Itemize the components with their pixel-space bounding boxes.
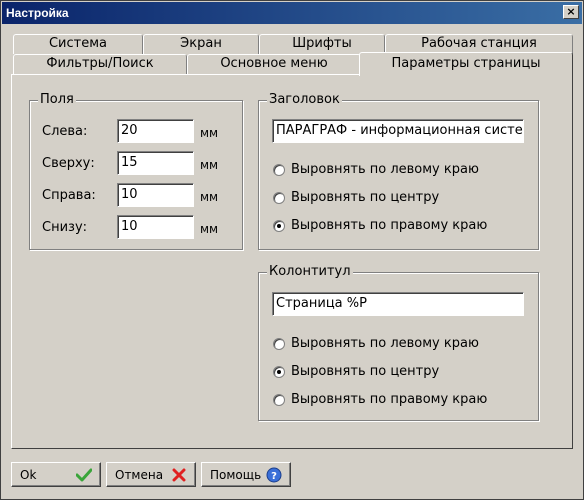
unit-label: мм bbox=[200, 158, 219, 172]
option-label: Выровнять по правому краю bbox=[291, 218, 488, 233]
radio-button[interactable] bbox=[273, 393, 285, 406]
footer-align-right-option[interactable]: Выровнять по правому краю bbox=[273, 392, 487, 407]
tab-label: Рабочая станция bbox=[421, 36, 537, 51]
tab-fonts[interactable]: Шрифты bbox=[259, 34, 385, 54]
right-margin-label: Справа: bbox=[42, 188, 96, 203]
option-label: Выровнять по центру bbox=[291, 364, 440, 379]
title-bar[interactable]: Настройка × bbox=[2, 2, 582, 24]
radio-button[interactable] bbox=[273, 191, 285, 204]
left-margin-label: Слева: bbox=[42, 124, 88, 139]
margins-group: Поля Слева: 20 мм Сверху: 15 мм Справа: … bbox=[29, 92, 243, 250]
cross-icon bbox=[171, 467, 187, 483]
settings-dialog: Настройка × Система Экран Шрифты Рабочая… bbox=[0, 0, 584, 500]
close-icon: × bbox=[566, 5, 576, 18]
tab-filters-search[interactable]: Фильтры/Поиск bbox=[13, 54, 187, 74]
footer-text-input[interactable]: Страница %P bbox=[272, 292, 524, 316]
footer-align-center-option[interactable]: Выровнять по центру bbox=[273, 364, 439, 379]
check-icon bbox=[76, 467, 92, 483]
tab-label: Экран bbox=[180, 36, 222, 51]
unit-label: мм bbox=[200, 190, 219, 204]
ok-button[interactable]: Ok bbox=[11, 462, 101, 487]
group-title: Поля bbox=[38, 92, 76, 108]
option-label: Выровнять по левому краю bbox=[291, 336, 479, 351]
header-align-left-option[interactable]: Выровнять по левому краю bbox=[273, 162, 479, 177]
bottom-margin-label: Снизу: bbox=[42, 220, 88, 235]
radio-button-selected[interactable] bbox=[273, 365, 285, 378]
tab-screen[interactable]: Экран bbox=[143, 34, 259, 54]
option-label: Выровнять по левому краю bbox=[291, 162, 479, 177]
header-align-center-option[interactable]: Выровнять по центру bbox=[273, 190, 439, 205]
button-label: Ok bbox=[20, 467, 37, 482]
tab-workstation[interactable]: Рабочая станция bbox=[385, 34, 573, 54]
cancel-button[interactable]: Отмена bbox=[106, 462, 196, 487]
button-label: Отмена bbox=[115, 467, 164, 482]
help-icon: ? bbox=[266, 467, 282, 483]
tab-page-settings[interactable]: Параметры страницы bbox=[359, 52, 573, 76]
group-title: Заголовок bbox=[267, 92, 342, 108]
option-label: Выровнять по правому краю bbox=[291, 392, 488, 407]
tab-label: Шрифты bbox=[292, 36, 352, 51]
header-group: Заголовок ПАРАГРАФ - информационная сист… bbox=[258, 92, 539, 250]
tab-label: Система bbox=[48, 36, 108, 51]
tab-label: Основное меню bbox=[220, 56, 328, 71]
option-label: Выровнять по центру bbox=[291, 190, 440, 205]
footer-group: Колонтитул Страница %P Выровнять по лево… bbox=[258, 264, 539, 421]
tab-main-menu[interactable]: Основное меню bbox=[187, 54, 361, 74]
footer-align-left-option[interactable]: Выровнять по левому краю bbox=[273, 336, 479, 351]
top-margin-input[interactable]: 15 bbox=[117, 151, 194, 175]
unit-label: мм bbox=[200, 222, 219, 236]
tab-system[interactable]: Система bbox=[13, 34, 143, 54]
radio-button[interactable] bbox=[273, 337, 285, 350]
radio-button[interactable] bbox=[273, 163, 285, 176]
help-button[interactable]: Помощь ? bbox=[201, 462, 291, 487]
left-margin-input[interactable]: 20 bbox=[117, 119, 194, 143]
top-margin-label: Сверху: bbox=[42, 156, 95, 171]
svg-text:?: ? bbox=[271, 471, 277, 482]
window-title: Настройка bbox=[6, 6, 69, 20]
tab-label: Фильтры/Поиск bbox=[46, 56, 154, 71]
tab-label: Параметры страницы bbox=[391, 56, 541, 71]
button-label: Помощь bbox=[210, 467, 262, 482]
header-align-right-option[interactable]: Выровнять по правому краю bbox=[273, 218, 487, 233]
unit-label: мм bbox=[200, 126, 219, 140]
radio-button-selected[interactable] bbox=[273, 219, 285, 232]
tab-panel-page-settings: Поля Слева: 20 мм Сверху: 15 мм Справа: … bbox=[11, 74, 573, 449]
right-margin-input[interactable]: 10 bbox=[117, 183, 194, 207]
bottom-margin-input[interactable]: 10 bbox=[117, 215, 194, 239]
header-text-input[interactable]: ПАРАГРАФ - информационная систе bbox=[272, 119, 524, 143]
close-button[interactable]: × bbox=[563, 5, 579, 19]
group-title: Колонтитул bbox=[267, 264, 353, 280]
